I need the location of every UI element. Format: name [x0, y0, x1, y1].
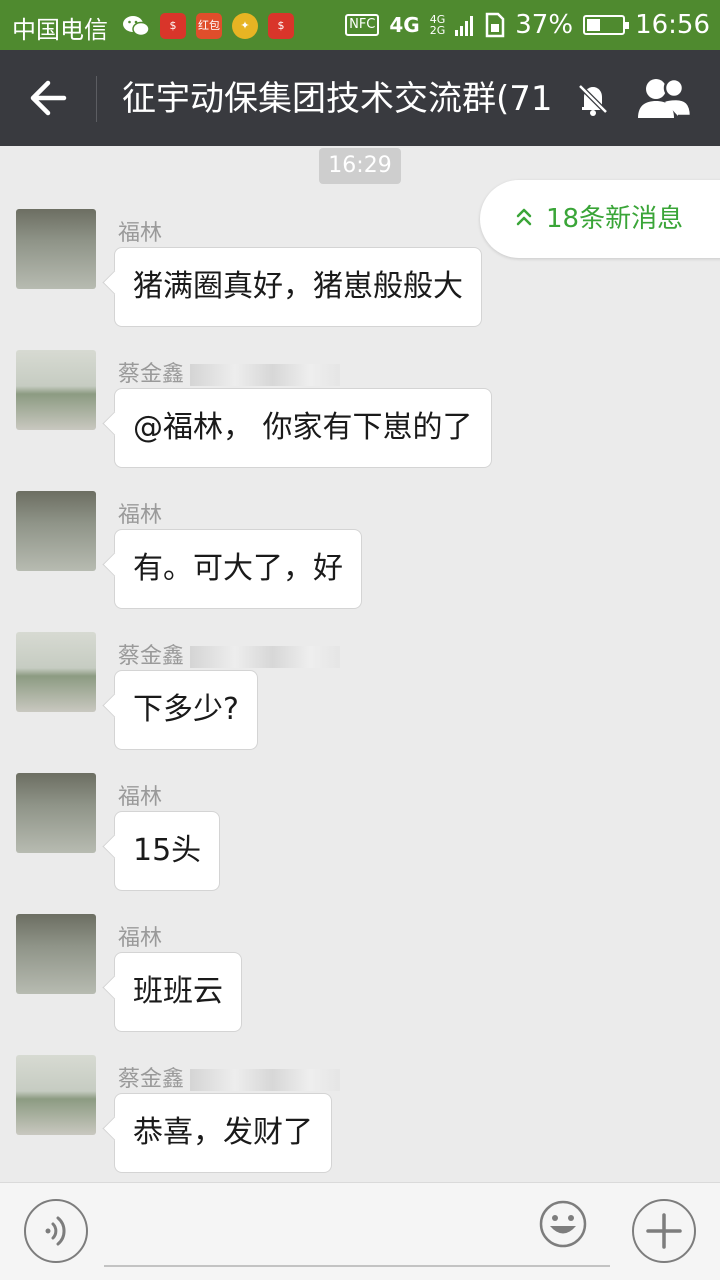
message-item: 福林 有。可大了，好 [0, 491, 720, 611]
message-item: 福林 15头 [0, 773, 720, 893]
message-item: 蔡金鑫 下多少? [0, 632, 720, 752]
sender-name: 蔡金鑫 [118, 1061, 341, 1093]
message-item: 福林 班班云 [0, 914, 720, 1034]
wechat-icon [123, 16, 150, 37]
sender-name: 福林 [118, 926, 163, 951]
sender-name: 福林 [118, 221, 163, 246]
message-bubble[interactable]: @福林， 你家有下崽的了 [114, 388, 492, 468]
message-input[interactable] [104, 1203, 610, 1267]
carrier-label: 中国电信 [12, 16, 108, 44]
game-icon: ✦ [232, 13, 258, 39]
more-options-button[interactable] [632, 1199, 696, 1263]
sender-name: 蔡金鑫 [118, 356, 341, 388]
network-secondary: 4G 2G [429, 13, 446, 37]
avatar[interactable] [16, 1055, 96, 1135]
money-locker-icon: $ [268, 13, 294, 39]
status-bar: 中国电信 $ 红包 ✦ $ NFC 4G 4G 2G 37% 16:56 [0, 0, 720, 50]
message-bubble[interactable]: 下多少? [114, 670, 258, 750]
signal-icon [455, 16, 474, 36]
money-locker-icon: $ [160, 13, 186, 39]
battery-percent: 37% [515, 10, 574, 40]
message-timestamp: 16:29 [319, 148, 401, 184]
new-messages-label: 18条新消息 [546, 204, 684, 234]
avatar[interactable] [16, 209, 96, 289]
sim-card-icon [486, 12, 505, 38]
avatar[interactable] [16, 773, 96, 853]
avatar[interactable] [16, 350, 96, 430]
redacted-text [190, 1069, 341, 1091]
avatar[interactable] [16, 491, 96, 571]
message-item: 蔡金鑫 恭喜，发财了 [0, 1055, 720, 1175]
sender-name: 蔡金鑫 [118, 638, 341, 670]
sender-name: 福林 [118, 785, 163, 810]
avatar[interactable] [16, 632, 96, 712]
nfc-indicator: NFC [345, 14, 380, 36]
clock: 16:56 [635, 10, 710, 40]
message-bubble[interactable]: 班班云 [114, 952, 242, 1032]
group-members-icon[interactable] [632, 74, 696, 122]
sender-name: 福林 [118, 503, 163, 528]
voice-icon [45, 1216, 66, 1246]
chat-header: 征宇动保集团技术交流群(71 [0, 50, 720, 146]
voice-button[interactable] [24, 1199, 88, 1263]
arrow-left-icon[interactable] [20, 72, 76, 124]
bell-off-icon [578, 84, 608, 116]
double-chevron-up-icon [516, 208, 532, 226]
message-item: 蔡金鑫 @福林， 你家有下崽的了 [0, 350, 720, 470]
red-packet-icon: 红包 [196, 13, 222, 39]
network-4g-label: 4G [389, 13, 420, 37]
input-bar [0, 1182, 720, 1280]
message-bubble[interactable]: 15头 [114, 811, 221, 891]
message-bubble[interactable]: 有。可大了，好 [114, 529, 362, 609]
emoji-icon[interactable] [538, 1199, 588, 1249]
new-messages-button[interactable]: 18条新消息 [480, 180, 720, 258]
redacted-text [190, 646, 341, 668]
message-bubble[interactable]: 恭喜，发财了 [114, 1093, 332, 1173]
avatar[interactable] [16, 914, 96, 994]
battery-icon [583, 15, 630, 35]
chat-title: 征宇动保集团技术交流群(71 [122, 79, 553, 119]
redacted-text [190, 364, 341, 386]
message-bubble[interactable]: 猪满圈真好，猪崽般般大 [114, 247, 482, 327]
header-divider [96, 76, 97, 122]
notification-icons: $ 红包 ✦ $ [122, 12, 294, 40]
plus-icon [646, 1213, 682, 1249]
